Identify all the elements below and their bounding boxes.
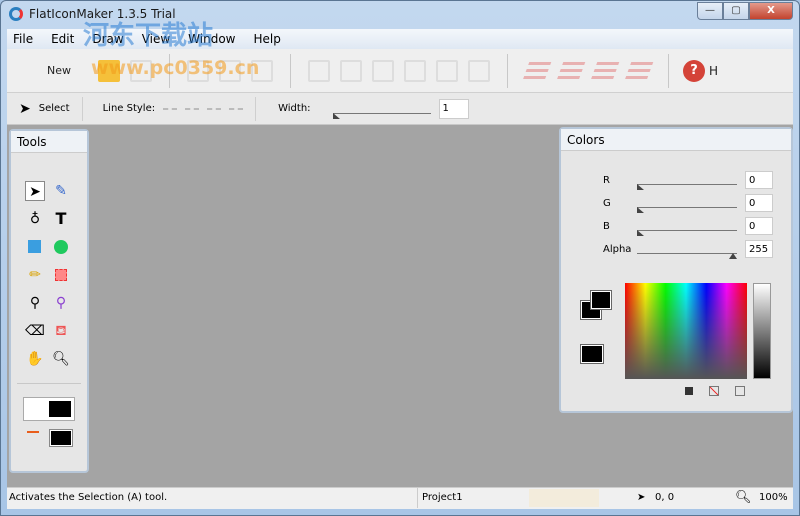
line-style-2[interactable] — [185, 107, 200, 110]
menu-window[interactable]: Window — [188, 29, 235, 49]
hand-tool-icon[interactable]: ✋ — [25, 349, 45, 369]
marquee-tool-icon[interactable] — [51, 265, 71, 285]
open-icon[interactable] — [98, 59, 120, 82]
align-top-icon[interactable] — [308, 59, 330, 82]
brightness-slider[interactable] — [753, 283, 771, 379]
menu-draw[interactable]: Draw — [92, 29, 123, 49]
channel-slider[interactable] — [637, 198, 737, 213]
zoom-tool-icon[interactable]: 🔍︎ — [51, 349, 71, 369]
main-toolbar: New ? H — [7, 49, 793, 93]
menu-file[interactable]: File — [13, 29, 33, 49]
swap-colors-icon[interactable] — [735, 386, 745, 396]
channel-input[interactable]: 0 — [745, 194, 773, 212]
eraser-tool-icon[interactable]: ⌫ — [25, 321, 45, 341]
app-window: FlatIconMaker 1.3.5 Trial — ▢ X File Edi… — [0, 0, 800, 516]
grid-icon[interactable] — [130, 59, 152, 82]
gradient-picker-icon[interactable]: ⚲ — [51, 293, 71, 313]
align-bottom-icon[interactable] — [340, 59, 362, 82]
fill-color-indicator[interactable] — [580, 289, 613, 321]
tools-panel-title: Tools — [11, 131, 87, 153]
width-label: Width: — [278, 103, 311, 114]
line-style-3[interactable] — [207, 107, 222, 110]
bring-front-icon[interactable] — [522, 61, 552, 80]
width-slider[interactable] — [332, 104, 431, 119]
zoom-level: 100% — [759, 492, 788, 503]
line-style-4[interactable] — [229, 107, 244, 110]
channel-slider[interactable] — [637, 221, 737, 236]
rectangle-tool-icon[interactable] — [25, 237, 45, 257]
options-bar: ➤ Select Line Style: Width: 1 — [7, 93, 793, 125]
union-icon[interactable] — [187, 59, 209, 82]
status-bar: Activates the Selection (A) tool. Projec… — [7, 487, 793, 509]
subtract-icon[interactable] — [219, 59, 241, 82]
select-cursor-icon: ➤ — [19, 100, 31, 117]
status-message: Activates the Selection (A) tool. — [9, 492, 168, 503]
colors-panel-title: Colors — [561, 129, 791, 151]
menu-edit[interactable]: Edit — [51, 29, 74, 49]
brush-tool-icon[interactable]: ✎ — [51, 181, 71, 201]
bring-forward-icon[interactable] — [590, 61, 620, 80]
channel-input[interactable]: 0 — [745, 217, 773, 235]
project-name: Project1 — [417, 488, 463, 508]
line-style-1[interactable] — [163, 107, 178, 110]
close-button[interactable]: X — [749, 2, 793, 20]
menu-help[interactable]: Help — [254, 29, 281, 49]
text-tool-icon[interactable]: T — [51, 209, 71, 229]
line-style-label: Line Style: — [102, 103, 156, 114]
cursor-icon: ➤ — [637, 492, 646, 503]
channel-label: B — [603, 221, 610, 232]
stroke-color-indicator[interactable] — [580, 344, 604, 364]
help-icon[interactable]: ? — [683, 59, 705, 82]
cursor-coordinates: 0, 0 — [655, 492, 675, 503]
width-input[interactable]: 1 — [438, 98, 469, 119]
menu-view[interactable]: View — [142, 29, 170, 49]
black-swatch-icon[interactable] — [685, 387, 693, 395]
align-hcenter-icon[interactable] — [468, 59, 490, 82]
menu-bar: File Edit Draw View Window Help — [7, 29, 793, 49]
fill-color-swatch[interactable] — [23, 397, 75, 421]
ellipse-tool-icon[interactable] — [51, 237, 71, 257]
color-spectrum[interactable] — [625, 283, 747, 379]
stroke-color-swatch[interactable] — [23, 427, 75, 451]
select-tool-icon[interactable]: ➤ — [25, 181, 45, 201]
window-title: FlatIconMaker 1.3.5 Trial — [29, 7, 176, 21]
send-backward-icon[interactable] — [624, 61, 654, 80]
progress-area — [529, 489, 599, 507]
new-button[interactable]: New — [7, 56, 87, 86]
pencil-tool-icon[interactable]: ✏ — [25, 265, 45, 285]
send-back-icon[interactable] — [556, 61, 586, 80]
none-color-icon[interactable] — [709, 386, 719, 396]
channel-slider[interactable] — [637, 175, 737, 190]
tools-panel: Tools ➤ ✎ ♁ T ✏ ⚲ ⚲ ⌫ ⛾ ✋ 🔍︎ — [9, 129, 89, 473]
channel-label: G — [603, 198, 611, 209]
align-right-icon[interactable] — [404, 59, 426, 82]
select-label: Select — [38, 103, 70, 114]
align-vcenter-icon[interactable] — [436, 59, 458, 82]
colors-panel: Colors R 0 G 0 B 0 Alpha 255 — [559, 127, 793, 413]
channel-label: R — [603, 175, 610, 186]
channel-input[interactable]: 0 — [745, 171, 773, 189]
zoom-icon: 🔍︎ — [735, 490, 752, 505]
help-label[interactable]: H — [709, 64, 718, 78]
minimize-button[interactable]: — — [697, 2, 723, 20]
maximize-button[interactable]: ▢ — [723, 2, 749, 20]
pen-tool-icon[interactable]: ♁ — [25, 209, 45, 229]
channel-label: Alpha — [603, 244, 632, 255]
channel-slider[interactable] — [637, 244, 737, 259]
fill-tool-icon[interactable]: ⛾ — [51, 321, 71, 341]
eyedropper-tool-icon[interactable]: ⚲ — [25, 293, 45, 313]
channel-input[interactable]: 255 — [745, 240, 773, 258]
align-left-icon[interactable] — [372, 59, 394, 82]
app-icon — [9, 7, 23, 21]
intersect-icon[interactable] — [251, 59, 273, 82]
